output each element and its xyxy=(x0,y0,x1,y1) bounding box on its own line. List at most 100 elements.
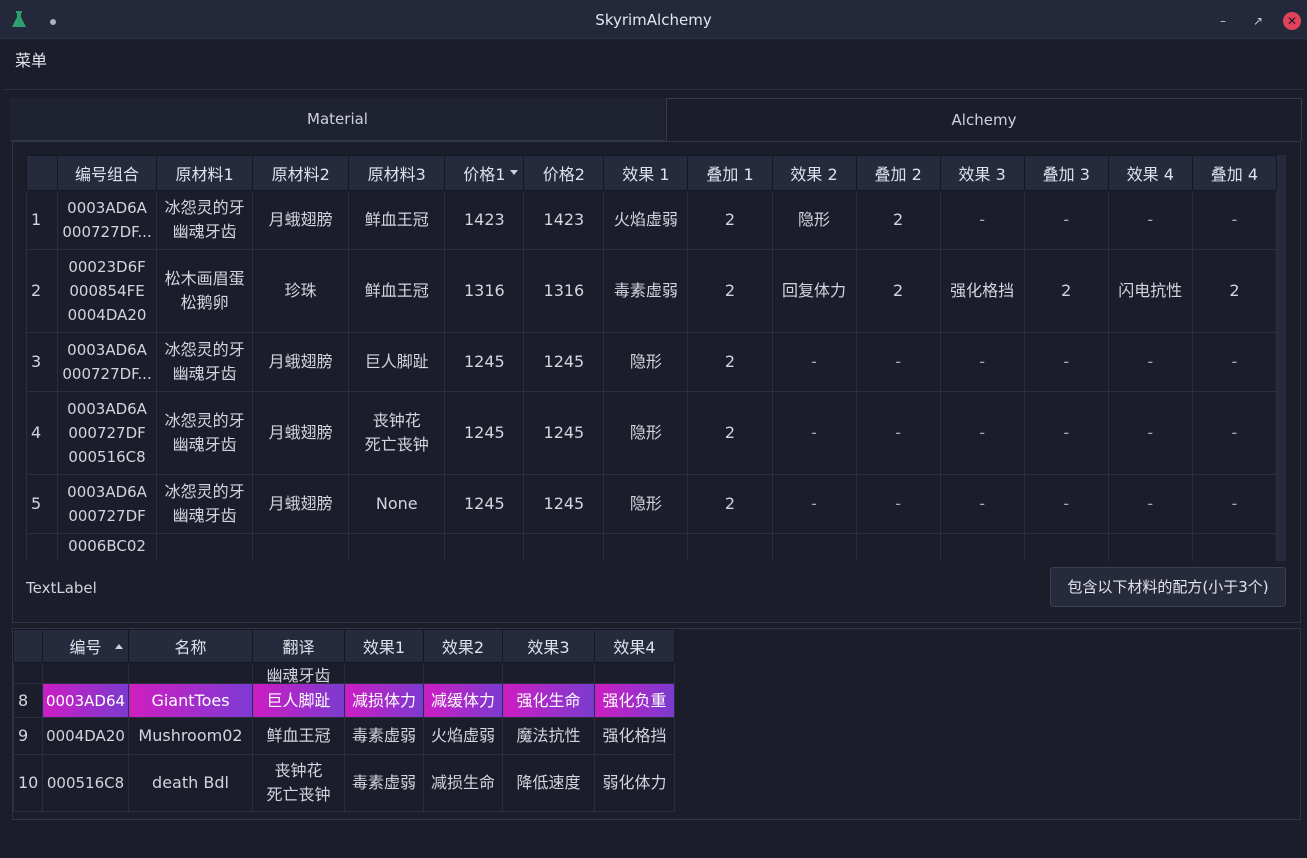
effect-cell: - xyxy=(1107,391,1193,475)
effect-cell: 降低速度 xyxy=(502,754,595,812)
title-bar: SkyrimAlchemy – ↗ ✕ xyxy=(0,0,1307,39)
column-header[interactable]: 原材料2 xyxy=(252,155,350,191)
column-header[interactable]: 原材料3 xyxy=(348,155,446,191)
effect-cell: 减缓体力 xyxy=(423,683,503,718)
effect-cell: - xyxy=(939,190,1025,250)
table-corner[interactable] xyxy=(26,155,59,191)
empty-cell xyxy=(502,662,595,684)
sort-ascending-icon xyxy=(115,644,123,649)
effect-cell: - xyxy=(1107,190,1193,250)
translation-cell: 丧钟花 死亡丧钟 xyxy=(252,754,345,812)
effect-cell: - xyxy=(939,332,1025,392)
effect-cell: 毒素虚弱 xyxy=(603,249,689,333)
recipe-row[interactable]: 3 0003AD6A 000727DF... 冰怨灵的牙 幽魂牙齿 月蛾翅膀 巨人脚趾 124… xyxy=(26,332,1278,392)
column-header[interactable]: 名称 xyxy=(128,629,253,663)
column-header[interactable]: 效果2 xyxy=(423,629,503,663)
cell-line: 冰怨灵的牙 xyxy=(164,340,245,359)
price-cell: 1245 xyxy=(523,474,605,534)
material-cell: 冰怨灵的牙 幽魂牙齿 xyxy=(156,332,254,392)
effect-cell: 火焰虚弱 xyxy=(603,190,689,250)
column-header[interactable]: 原材料1 xyxy=(156,155,254,191)
stack-cell: - xyxy=(855,391,941,475)
cell-line: 0003AD6A xyxy=(67,483,147,501)
cell-line: 月蛾翅膀 xyxy=(268,494,333,513)
id-combo-cell: 0003AD6A 000727DF 000516C8 xyxy=(57,391,158,475)
maximize-icon[interactable]: ↗ xyxy=(1249,12,1267,30)
column-header[interactable]: 编号 xyxy=(42,629,129,663)
cell-line: 冰怨灵的牙 xyxy=(164,482,245,501)
empty-cell xyxy=(771,533,857,561)
column-header[interactable]: 叠加 2 xyxy=(855,155,941,191)
tab-alchemy[interactable]: Alchemy xyxy=(666,98,1302,141)
minimize-icon[interactable]: – xyxy=(1214,12,1232,30)
cell-line: 死亡丧钟 xyxy=(266,785,331,804)
column-header[interactable]: 翻译 xyxy=(252,629,345,663)
recipe-row[interactable]: 1 0003AD6A 000727DF... 冰怨灵的牙 幽魂牙齿 月蛾翅膀 鲜血王冠 142… xyxy=(26,190,1278,250)
effect-cell: 火焰虚弱 xyxy=(423,717,503,755)
stack-cell: 2 xyxy=(687,332,773,392)
id-combo-cell: 0003AD6A 000727DF... xyxy=(57,332,158,392)
stack-cell: 2 xyxy=(855,249,941,333)
recipe-table-scrollbar[interactable] xyxy=(1277,155,1286,561)
column-header[interactable]: 叠加 3 xyxy=(1023,155,1109,191)
effect-cell: 隐形 xyxy=(603,474,689,534)
empty-cell xyxy=(687,533,773,561)
table-corner[interactable] xyxy=(13,629,43,663)
effect-cell: - xyxy=(1107,474,1193,534)
ingredient-row-partial[interactable]: 幽魂牙齿 xyxy=(13,662,675,684)
stack-cell: 2 xyxy=(1191,249,1278,333)
column-header[interactable]: 叠加 1 xyxy=(687,155,773,191)
tab-material[interactable]: Material xyxy=(10,98,665,141)
recipes-with-materials-button[interactable]: 包含以下材料的配方(小于3个) xyxy=(1050,567,1286,607)
stack-cell: - xyxy=(1191,332,1278,392)
cell-line: 幽魂牙齿 xyxy=(172,364,237,383)
cell-line: 鲜血王冠 xyxy=(364,281,429,300)
id-combo-cell: 00023D6F 000854FE 0004DA20 xyxy=(57,249,158,333)
column-header[interactable]: 编号组合 xyxy=(57,155,158,191)
ingredient-row[interactable]: 9 0004DA20 Mushroom02 鲜血王冠 毒素虚弱 火焰虚弱 魔法抗性 强化格挡 xyxy=(13,717,675,755)
cell-line: 死亡丧钟 xyxy=(364,435,429,454)
recipe-row[interactable]: 4 0003AD6A 000727DF 000516C8 冰怨灵的牙 幽魂牙齿 月蛾翅膀 丧钟… xyxy=(26,391,1278,475)
effect-cell: - xyxy=(939,474,1025,534)
column-header[interactable]: 效果1 xyxy=(344,629,424,663)
column-header[interactable]: 效果3 xyxy=(502,629,595,663)
column-header[interactable]: 叠加 4 xyxy=(1191,155,1278,191)
ingredient-row[interactable]: 10 000516C8 death Bdl 丧钟花 死亡丧钟 毒素虚弱 减损生命 降低速度 弱化… xyxy=(13,754,675,812)
stack-cell: 2 xyxy=(687,190,773,250)
id-combo-cell: 0003AD6A 000727DF xyxy=(57,474,158,534)
cell-line: 000727DF xyxy=(68,424,146,442)
column-header[interactable]: 效果4 xyxy=(594,629,675,663)
column-header[interactable]: 价格2 xyxy=(523,155,605,191)
effect-cell: 强化负重 xyxy=(594,683,675,718)
cell-line: 幽魂牙齿 xyxy=(172,222,237,241)
recipe-row[interactable]: 2 00023D6F 000854FE 0004DA20 松木画眉蛋 松鹅卵 珍珠 鲜血王冠 1… xyxy=(26,249,1278,333)
empty-cell xyxy=(1107,533,1193,561)
stack-cell: - xyxy=(1191,391,1278,475)
material-cell: 冰怨灵的牙 幽魂牙齿 xyxy=(156,391,254,475)
ingredient-row-selected[interactable]: 8 0003AD64 GiantToes 巨人脚趾 减损体力 减缓体力 强化生命 强化负重 xyxy=(13,683,675,718)
ingredient-name-cell: death Bdl xyxy=(128,754,253,812)
row-number: 10 xyxy=(13,754,43,812)
empty-cell xyxy=(423,662,503,684)
cell-line: None xyxy=(375,494,418,513)
stack-cell: 2 xyxy=(687,391,773,475)
column-header[interactable]: 效果 2 xyxy=(771,155,857,191)
text-label: TextLabel xyxy=(26,579,97,597)
column-header[interactable]: 价格1 xyxy=(444,155,525,191)
recipe-row-partial[interactable]: 0006BC02 xyxy=(26,533,1278,561)
stack-cell: - xyxy=(1023,391,1109,475)
column-header[interactable]: 效果 1 xyxy=(603,155,689,191)
stack-cell: 2 xyxy=(1023,249,1109,333)
empty-cell xyxy=(1191,533,1278,561)
menu-main[interactable]: 菜单 xyxy=(15,47,47,71)
column-header[interactable]: 效果 4 xyxy=(1107,155,1193,191)
column-header[interactable]: 效果 3 xyxy=(939,155,1025,191)
ingredient-name-cell: GiantToes xyxy=(128,683,253,718)
material-cell: 珍珠 xyxy=(252,249,350,333)
cell-line: 000854FE xyxy=(69,282,145,300)
material-cell: 月蛾翅膀 xyxy=(252,391,350,475)
recipe-row[interactable]: 5 0003AD6A 000727DF 冰怨灵的牙 幽魂牙齿 月蛾翅膀 None 1245 12… xyxy=(26,474,1278,534)
ingredient-table-container[interactable]: 编号 名称 翻译 效果1 效果2 效果3 效果4 幽魂牙齿 8 0003AD64 GiantToe… xyxy=(13,629,675,818)
recipe-table-container[interactable]: 编号组合 原材料1 原材料2 原材料3 价格1 价格2 效果 1 叠加 1 效果 2 叠加 2 效果… xyxy=(26,155,1286,561)
close-icon[interactable]: ✕ xyxy=(1283,12,1301,30)
